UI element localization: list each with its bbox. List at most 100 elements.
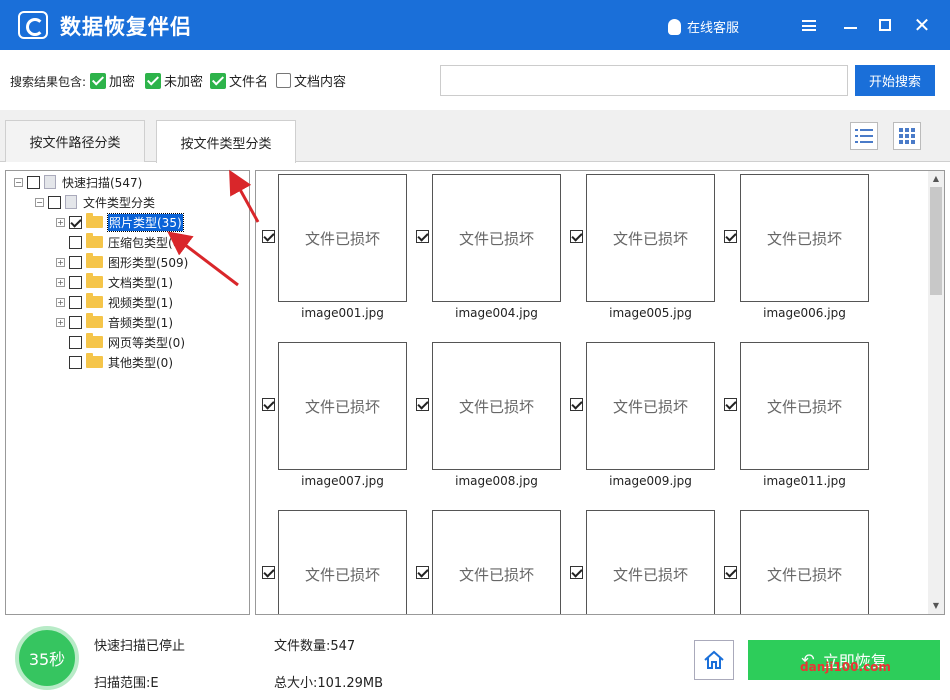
file-thumbnail[interactable]: 文件已损坏	[432, 342, 561, 470]
tree-checkbox[interactable]	[69, 355, 82, 369]
file-checkbox[interactable]	[416, 566, 429, 579]
expand-icon[interactable]: +	[56, 277, 65, 287]
file-thumbnail[interactable]: 文件已损坏	[586, 342, 715, 470]
tree-item[interactable]: + 文档类型(1)	[56, 273, 173, 291]
close-button[interactable]: ✕	[910, 13, 934, 37]
file-checkbox[interactable]	[724, 398, 737, 411]
tree-item[interactable]: + 音频类型(1)	[56, 313, 173, 331]
file-checkbox[interactable]	[570, 566, 583, 579]
file-tile[interactable]: 文件已损坏 image011.jpg	[719, 339, 871, 499]
file-tile[interactable]: 文件已损坏	[565, 507, 717, 614]
file-thumbnail[interactable]: 文件已损坏	[278, 510, 407, 614]
expand-icon[interactable]: +	[56, 317, 65, 327]
tree-checkbox[interactable]	[69, 275, 82, 289]
tree-item[interactable]: + 视频类型(1)	[56, 293, 173, 311]
menu-button[interactable]	[797, 13, 821, 37]
file-thumbnail[interactable]: 文件已损坏	[740, 342, 869, 470]
tree-item-label: 其他类型(0)	[108, 355, 173, 370]
file-checkbox[interactable]	[262, 398, 275, 411]
file-thumbnail[interactable]: 文件已损坏	[278, 174, 407, 302]
file-thumbnail[interactable]: 文件已损坏	[740, 510, 869, 614]
tree-checkbox[interactable]	[69, 295, 82, 309]
tree-checkbox[interactable]	[69, 315, 82, 329]
file-tile[interactable]: 文件已损坏 image005.jpg	[565, 171, 717, 331]
expand-icon[interactable]: +	[56, 297, 65, 307]
tree-item[interactable]: + 图形类型(509)	[56, 253, 188, 271]
tree-checkbox[interactable]	[69, 255, 82, 269]
file-thumbnail[interactable]: 文件已损坏	[432, 510, 561, 614]
filter-encrypted-checkbox[interactable]: 加密	[90, 71, 135, 90]
scroll-down-icon[interactable]: ▼	[928, 598, 944, 614]
file-checkbox[interactable]	[570, 398, 583, 411]
tab-strip: 按文件路径分类 按文件类型分类	[0, 110, 950, 163]
search-bar: 搜索结果包含: 加密 未加密 文件名 文档内容 开始搜索	[0, 50, 950, 110]
tree-item[interactable]: 压缩包类型(0)	[56, 233, 185, 251]
tab-by-type[interactable]: 按文件类型分类	[156, 120, 296, 163]
file-thumbnail[interactable]: 文件已损坏	[278, 342, 407, 470]
file-tile[interactable]: 文件已损坏 image007.jpg	[257, 339, 409, 499]
file-checkbox[interactable]	[416, 230, 429, 243]
vertical-scrollbar[interactable]: ▲ ▼	[928, 171, 944, 614]
tree-item[interactable]: − 文件类型分类	[35, 193, 155, 211]
damaged-label: 文件已损坏	[766, 397, 842, 416]
file-tile[interactable]: 文件已损坏 image009.jpg	[565, 339, 717, 499]
search-input[interactable]	[440, 65, 848, 96]
expand-icon[interactable]: +	[56, 257, 65, 267]
folder-icon	[86, 353, 103, 368]
file-name: image007.jpg	[301, 474, 384, 488]
expand-icon[interactable]: +	[56, 217, 65, 227]
tree-item-label: 网页等类型(0)	[108, 335, 185, 350]
file-tile[interactable]: 文件已损坏	[257, 507, 409, 614]
list-view-button[interactable]	[850, 122, 878, 150]
tree-item-label: 文档类型(1)	[108, 275, 173, 290]
file-checkbox[interactable]	[262, 230, 275, 243]
file-thumbnail[interactable]: 文件已损坏	[432, 174, 561, 302]
tree-checkbox[interactable]	[69, 235, 82, 249]
file-tile[interactable]: 文件已损坏 image001.jpg	[257, 171, 409, 331]
tree-checkbox[interactable]	[69, 335, 82, 349]
tree-item-label: 视频类型(1)	[108, 295, 173, 310]
tree-checkbox[interactable]	[27, 175, 40, 189]
filter-unencrypted-checkbox[interactable]: 未加密	[145, 71, 203, 90]
file-checkbox[interactable]	[262, 566, 275, 579]
checkbox-checked-icon	[210, 72, 226, 89]
file-name: image009.jpg	[609, 474, 692, 488]
scroll-up-icon[interactable]: ▲	[928, 171, 944, 187]
folder-icon	[86, 293, 103, 308]
filter-label: 搜索结果包含:	[10, 75, 87, 89]
file-tile[interactable]: 文件已损坏	[411, 507, 563, 614]
start-search-button[interactable]: 开始搜索	[855, 65, 935, 96]
tree-item[interactable]: 网页等类型(0)	[56, 333, 185, 351]
home-button[interactable]	[694, 640, 734, 680]
file-thumbnail[interactable]: 文件已损坏	[740, 174, 869, 302]
file-checkbox[interactable]	[724, 566, 737, 579]
filter-filename-checkbox[interactable]: 文件名	[210, 71, 268, 90]
maximize-button[interactable]	[873, 13, 897, 37]
file-checkbox[interactable]	[570, 230, 583, 243]
tree-checkbox[interactable]	[69, 215, 82, 229]
online-support-link[interactable]: 在线客服	[668, 17, 739, 36]
tree-item[interactable]: 其他类型(0)	[56, 353, 173, 371]
tree-item[interactable]: + 照片类型(35)	[56, 212, 184, 232]
file-tile[interactable]: 文件已损坏	[719, 507, 871, 614]
tab-by-path[interactable]: 按文件路径分类	[5, 120, 145, 162]
collapse-icon[interactable]: −	[35, 197, 44, 207]
grid-view-icon	[899, 128, 915, 144]
tree-checkbox[interactable]	[48, 195, 61, 209]
scroll-thumb[interactable]	[930, 187, 942, 295]
document-icon	[44, 175, 56, 189]
file-tile[interactable]: 文件已损坏 image006.jpg	[719, 171, 871, 331]
file-thumbnail[interactable]: 文件已损坏	[586, 174, 715, 302]
status-bar: 35秒 快速扫描已停止 扫描范围:E 文件数量:547 总大小:101.29MB…	[0, 618, 950, 700]
grid-view-button[interactable]	[893, 122, 921, 150]
folder-icon	[86, 213, 103, 228]
file-checkbox[interactable]	[724, 230, 737, 243]
file-tile[interactable]: 文件已损坏 image004.jpg	[411, 171, 563, 331]
file-tile[interactable]: 文件已损坏 image008.jpg	[411, 339, 563, 499]
filter-content-checkbox[interactable]: 文档内容	[276, 71, 346, 90]
file-checkbox[interactable]	[416, 398, 429, 411]
minimize-button[interactable]	[838, 13, 862, 37]
collapse-icon[interactable]: −	[14, 177, 23, 187]
file-thumbnail[interactable]: 文件已损坏	[586, 510, 715, 614]
tree-item[interactable]: − 快速扫描(547)	[14, 173, 142, 191]
